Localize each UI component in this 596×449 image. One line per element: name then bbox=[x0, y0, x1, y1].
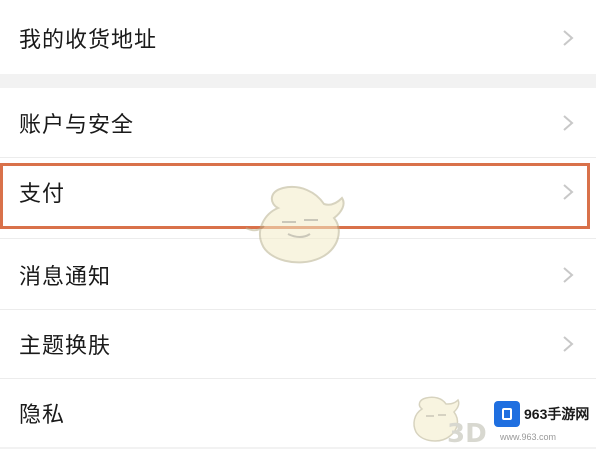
menu-item-label: 账户与安全 bbox=[19, 113, 135, 138]
menu-item-theme-skin[interactable]: 主题换肤 bbox=[0, 310, 596, 378]
watermark-brand: 963手游网 bbox=[524, 406, 590, 422]
menu-item-label: 主题换肤 bbox=[19, 334, 112, 359]
menu-item-label: 我的收货地址 bbox=[19, 28, 158, 53]
menu-item-label: 隐私 bbox=[19, 403, 66, 428]
menu-item-label: 支付 bbox=[19, 182, 66, 207]
chevron-right-icon bbox=[563, 30, 574, 46]
watermark-logo-icon bbox=[494, 401, 520, 427]
watermark-url: www.963.com bbox=[500, 432, 557, 442]
watermark-badge: 963手游网 bbox=[490, 395, 592, 433]
chevron-right-icon bbox=[563, 115, 574, 131]
menu-item-account-security[interactable]: 账户与安全 bbox=[0, 89, 596, 157]
chevron-right-icon bbox=[563, 184, 574, 200]
menu-item-label: 消息通知 bbox=[19, 265, 112, 290]
watermark-mascot-icon bbox=[245, 186, 345, 264]
chevron-right-icon bbox=[563, 336, 574, 352]
chevron-right-icon bbox=[563, 267, 574, 283]
menu-item-shipping-address[interactable]: 我的收货地址 bbox=[0, 4, 596, 72]
watermark-3d-text: 3D bbox=[447, 419, 487, 449]
